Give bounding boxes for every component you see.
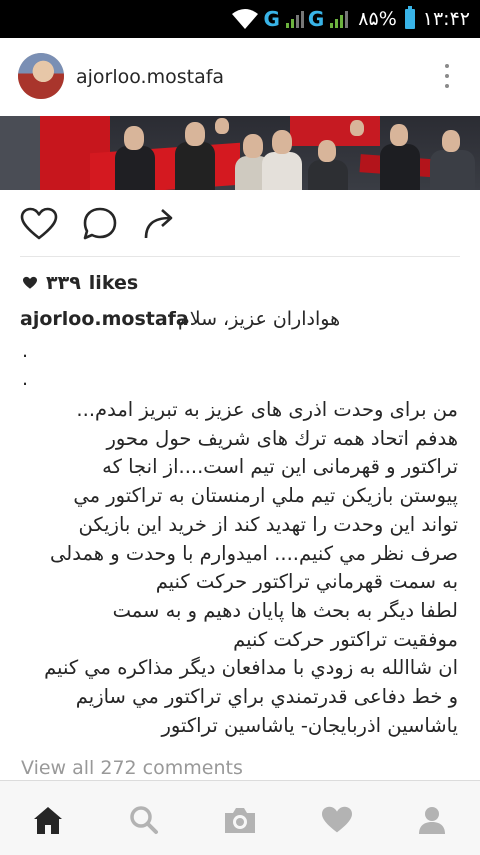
share-arrow-icon[interactable] xyxy=(142,207,178,241)
search-icon[interactable] xyxy=(128,805,160,835)
caption-line: صرف نظر مي كنيم.... اميدوارم با وحدت و ه… xyxy=(50,541,458,565)
caption-line: تراكتور و قهرمانى اين تيم است....از انجا… xyxy=(102,455,458,479)
network-type-2: G xyxy=(307,7,325,31)
battery-icon xyxy=(404,6,415,29)
caption-dot-line: . xyxy=(22,340,29,362)
post-header: ajorloo.mostafa xyxy=(0,38,480,116)
status-bar: G G ۸۵% ۱۳:۴۲ xyxy=(0,0,480,38)
post-image[interactable] xyxy=(0,116,480,190)
home-icon[interactable] xyxy=(32,805,64,835)
more-options-icon[interactable] xyxy=(444,64,450,88)
view-all-comments-link[interactable]: View all 272 comments xyxy=(21,757,243,779)
signal-icon-2 xyxy=(330,10,349,28)
caption-line: پيوستن بازيكن تيم ملي ارمنستان به تراكتو… xyxy=(73,484,458,508)
clock: ۱۳:۴۲ xyxy=(422,8,470,30)
caption-line: موفقيت تراكتور حركت كنيم xyxy=(233,627,458,651)
avatar[interactable] xyxy=(18,53,64,99)
caption-header: ajorloo.mostafa هواداران عزيز، سلام xyxy=(20,308,460,338)
caption-line: لطفا ديگر به بحث ها پايان دهيم و به سمت xyxy=(112,598,458,622)
post-username[interactable]: ajorloo.mostafa xyxy=(76,66,224,88)
caption-line: من براى وحدت اذرى هاى عزيز به تبريز امدم… xyxy=(76,398,458,421)
caption-line: ياشاسين اذربايجان- ياشاسين تراكتور xyxy=(161,713,459,737)
battery-percent: ۸۵% xyxy=(358,8,397,30)
actions-divider xyxy=(20,256,460,257)
wifi-icon xyxy=(232,9,259,29)
heart-icon[interactable] xyxy=(320,805,354,835)
caption-line: هدفم اتحاد همه ترك هاى شريف حول محور xyxy=(106,426,458,450)
likes-count: ۳۳۹ xyxy=(46,272,81,294)
caption-line: به سمت قهرماني تراكتور حركت كنيم xyxy=(155,570,458,594)
caption-line: و خط دفاعى قدرتمندي براي تراكتور مي سازي… xyxy=(75,685,458,709)
caption-dot-line: . xyxy=(22,368,29,390)
caption-line: ان شاالله به زودي با مدافعان ديگر مذاكره… xyxy=(44,656,458,680)
network-type-1: G xyxy=(263,7,280,31)
likes-label: likes xyxy=(88,272,139,294)
post-actions xyxy=(0,190,480,262)
caption-line: تواند اين وحدت را تهديد كند از خريد اين … xyxy=(78,512,459,536)
bottom-navigation xyxy=(0,780,480,855)
heart-outline-icon[interactable] xyxy=(20,207,58,241)
caption-username[interactable]: ajorloo.mostafa xyxy=(20,308,189,330)
caption-greeting: هواداران عزيز، سلام xyxy=(178,308,341,330)
status-icons: G G ۸۵% ۱۳:۴۲ xyxy=(231,0,470,38)
camera-icon[interactable] xyxy=(222,805,258,835)
caption-body: من براى وحدت اذرى هاى عزيز به تبريز امدم… xyxy=(20,396,458,740)
likes-row[interactable]: ۳۳۹ likes xyxy=(22,272,138,294)
heart-filled-icon xyxy=(23,276,37,289)
comment-bubble-icon[interactable] xyxy=(82,207,118,241)
profile-icon[interactable] xyxy=(416,805,448,835)
signal-icon-1 xyxy=(285,10,304,28)
